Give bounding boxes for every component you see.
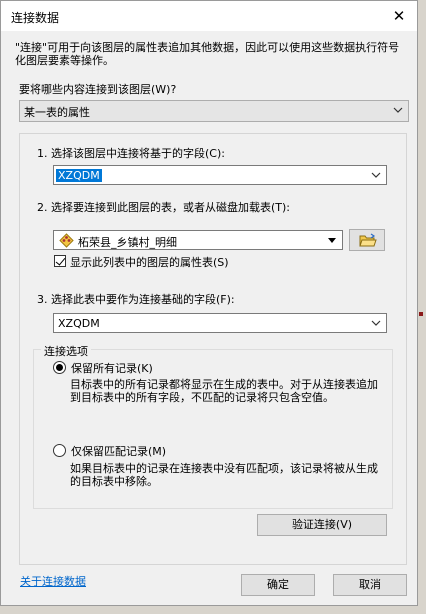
show-layer-tables-checkbox[interactable]	[54, 255, 66, 267]
validate-join-button[interactable]: 验证连接(V)	[257, 514, 387, 536]
chevron-down-icon	[371, 172, 381, 178]
cancel-button[interactable]: 取消	[333, 574, 407, 596]
join-field-select[interactable]: XZQDM	[53, 313, 387, 333]
join-table-select[interactable]: 柘荣县_乡镇村_明细	[53, 230, 343, 250]
folder-open-icon	[359, 233, 377, 247]
step2-label: 2. 选择要连接到此图层的表，或者从磁盘加载表(T):	[37, 201, 290, 214]
step1-label: 1. 选择该图层中连接将基于的字段(C):	[37, 147, 225, 160]
show-layer-tables-label: 显示此列表中的图层的属性表(S)	[70, 256, 229, 269]
window-title: 连接数据	[11, 11, 60, 25]
ok-button[interactable]: 确定	[241, 574, 315, 596]
keep-matching-records-radio[interactable]	[53, 444, 66, 457]
join-field-value: XZQDM	[58, 317, 100, 330]
join-what-value: 某一表的属性	[24, 106, 90, 119]
keep-all-records-desc: 目标表中的所有记录都将显示在生成的表中。对于从连接表追加到目标表中的所有字段，不…	[70, 378, 378, 404]
join-table-value: 柘荣县_乡镇村_明细	[78, 236, 177, 249]
layer-field-value: XZQDM	[56, 169, 102, 182]
layer-icon	[59, 233, 74, 248]
title-bar: 连接数据 ✕	[1, 1, 417, 31]
about-join-link[interactable]: 关于连接数据	[20, 573, 86, 589]
join-data-dialog: 连接数据 ✕ "连接"可用于向该图层的属性表追加其他数据，因此可以使用这些数据执…	[0, 0, 418, 606]
keep-all-records-radio[interactable]	[53, 361, 66, 374]
keep-all-records-label: 保留所有记录(K)	[71, 362, 153, 375]
intro-text: "连接"可用于向该图层的属性表追加其他数据，因此可以使用这些数据执行符号化图层要…	[15, 41, 400, 67]
join-options-legend: 连接选项	[41, 343, 91, 359]
map-feature	[419, 312, 423, 316]
keep-matching-records-label: 仅保留匹配记录(M)	[71, 445, 167, 458]
close-icon[interactable]: ✕	[389, 6, 409, 26]
join-what-label: 要将哪些内容连接到该图层(W)?	[19, 83, 177, 96]
chevron-down-icon	[393, 107, 403, 113]
dropdown-arrow-icon	[328, 238, 336, 243]
keep-matching-records-desc: 如果目标表中的记录在连接表中没有匹配项，该记录将被从生成的目标表中移除。	[70, 462, 378, 488]
step3-label: 3. 选择此表中要作为连接基础的字段(F):	[37, 293, 235, 306]
layer-field-select[interactable]: XZQDM	[53, 165, 387, 185]
browse-button[interactable]	[349, 229, 385, 251]
chevron-down-icon	[371, 320, 381, 326]
join-what-select[interactable]: 某一表的属性	[19, 100, 409, 122]
